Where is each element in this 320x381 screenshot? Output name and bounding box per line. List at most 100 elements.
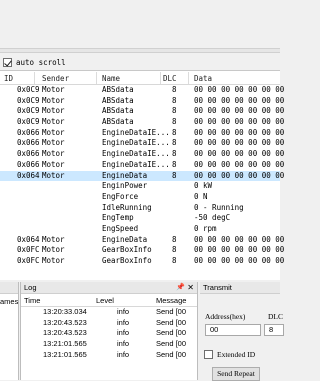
table-row[interactable]: EngForce 0 N (0, 192, 280, 203)
cell-name: EngForce (102, 191, 139, 201)
left-panel: ames (0, 282, 19, 380)
cell-id: 0x0C9 (17, 85, 40, 94)
splitter[interactable] (0, 48, 280, 53)
column-divider[interactable] (160, 72, 161, 84)
send-repeat-button[interactable]: Send Repeat (212, 367, 260, 381)
column-header-dlc[interactable]: DLC (163, 74, 177, 83)
cell-name: EnginPower (102, 181, 148, 191)
column-header-id[interactable]: ID (4, 74, 13, 83)
autoscroll-checkbox[interactable] (3, 57, 12, 67)
extended-id-label: Extended ID (217, 350, 256, 359)
cell-data: 00 00 00 00 00 00 00 (194, 127, 285, 137)
cell-data: 00 00 00 00 00 00 00 (194, 170, 285, 180)
table-row[interactable]: EngSpeed 0 rpm (0, 224, 280, 235)
cell-id: 0x0C9 (17, 117, 40, 127)
message-table-header: ID Sender Name DLC Data (0, 71, 280, 85)
table-row[interactable]: 0x0C9 Motor ABSdata 8 00 00 00 00 00 00 00 (0, 106, 284, 117)
table-row[interactable]: 0x066 Motor EngineDataIE... 8 00 00 00 00 00… (0, 138, 284, 149)
table-row[interactable]: 0x064 Motor EngineData 8 00 00 00 00 00 00 0… (0, 170, 284, 182)
address-input[interactable]: 00 (205, 324, 261, 336)
cell-sender: Motor (42, 95, 65, 105)
cell-dlc: 8 (172, 117, 177, 127)
log-time: 13:20:43.523 (43, 328, 87, 338)
log-time: 13:21:01.565 (43, 349, 87, 359)
cell-data: 00 00 00 00 00 00 00 (194, 256, 285, 265)
cell-id: 0x066 (17, 127, 40, 137)
table-row[interactable]: 0x066 Motor EngineDataIE... 8 00 00 00 00 00… (0, 127, 284, 139)
cell-name: EngineDataIE... (102, 159, 170, 169)
extended-id-checkbox[interactable] (204, 350, 213, 359)
cell-id: 0x066 (17, 138, 40, 148)
table-row[interactable]: 0x0C9 Motor ABSdata 8 00 00 00 00 00 00 00 (0, 85, 284, 96)
autoscroll-toggle[interactable]: auto scroll (0, 55, 66, 69)
close-icon[interactable]: ✕ (187, 282, 194, 294)
cell-data: 00 00 00 00 00 00 00 (194, 106, 285, 116)
log-time: 13:20:33.034 (43, 307, 87, 316)
log-row[interactable]: 13:21:01.565 info Send [00 (21, 339, 197, 350)
log-message: Send [00 (156, 307, 187, 316)
column-header-time[interactable]: Time (24, 294, 40, 307)
column-divider[interactable] (96, 72, 97, 84)
column-divider[interactable] (34, 72, 35, 84)
table-row[interactable]: 0x0FC Motor GearBoxInfo 8 00 00 00 00 00 00 … (0, 256, 284, 267)
table-row[interactable]: 0x066 Motor EngineDataIE... 8 00 00 00 00 00… (0, 149, 284, 160)
transmit-panel-titlebar[interactable]: Transmit (200, 282, 280, 294)
pin-icon[interactable]: 📌 (176, 282, 185, 294)
log-row[interactable]: 13:20:33.034 info Send [00 (21, 307, 197, 318)
cell-sender: Motor (42, 117, 65, 127)
log-level: info (117, 339, 130, 349)
column-header-message[interactable]: Message (156, 294, 186, 307)
left-panel-titlebar[interactable] (0, 282, 18, 294)
cell-data: 00 00 00 00 00 00 00 (194, 95, 285, 105)
log-row[interactable]: 13:20:43.523 info Send [00 (21, 328, 197, 339)
dlc-label: DLC (268, 312, 283, 321)
table-row[interactable]: EnginPower 0 kW (0, 181, 280, 192)
table-row[interactable]: 0x0C9 Motor ABSdata 8 00 00 00 00 00 00 00 (0, 117, 284, 128)
cell-dlc: 8 (172, 159, 177, 169)
log-row[interactable]: 13:20:43.523 info Send [00 (21, 318, 197, 329)
table-row[interactable]: EngTemp -50 degC (0, 213, 280, 224)
cell-data: 00 00 00 00 00 00 00 (194, 117, 285, 127)
bottom-panels: ames Log 📌 ✕ Time Level Message 13:20:33… (0, 282, 284, 381)
cell-name: EngSpeed (102, 223, 139, 233)
cell-data: 00 00 00 00 00 00 00 (194, 138, 285, 148)
column-divider[interactable] (188, 72, 189, 84)
cell-data: -50 degC (194, 213, 231, 223)
cell-data: 00 00 00 00 00 00 00 (194, 234, 285, 244)
extended-id-toggle[interactable]: Extended ID (204, 350, 255, 359)
cell-dlc: 8 (172, 170, 177, 180)
log-message: Send [00 (156, 349, 187, 359)
cell-name: EngineData (102, 170, 148, 180)
cell-name: EngineDataIE... (102, 138, 170, 148)
log-time: 13:20:43.523 (43, 317, 87, 327)
log-time: 13:21:01.565 (43, 339, 87, 349)
log-rows: 13:20:33.034 info Send [00 13:20:43.523 info… (21, 307, 197, 360)
cell-sender: Motor (42, 106, 65, 116)
column-header-sender[interactable]: Sender (42, 74, 69, 83)
log-row[interactable]: 13:21:01.565 info Send [00 (21, 350, 197, 361)
table-row[interactable]: 0x066 Motor EngineDataIE... 8 00 00 00 00 00… (0, 159, 284, 171)
table-row[interactable]: IdleRunning 0 - Running (0, 203, 280, 214)
cell-data: 0 - Running (194, 202, 244, 212)
table-row[interactable]: 0x0C9 Motor ABSdata 8 00 00 00 00 00 00 00 (0, 95, 284, 107)
cell-sender: Motor (42, 138, 65, 148)
left-panel-column-fragment: ames (0, 297, 19, 306)
log-level: info (117, 328, 130, 338)
column-header-data[interactable]: Data (194, 74, 212, 83)
message-rows: 0x0C9 Motor ABSdata 8 00 00 00 00 00 00 00 0x… (0, 85, 284, 267)
column-header-level[interactable]: Level (96, 294, 114, 307)
dlc-input[interactable]: 8 (264, 324, 284, 336)
cell-dlc: 8 (172, 245, 177, 255)
cell-data: 0 N (194, 191, 208, 201)
cell-data: 00 00 00 00 00 00 00 (194, 245, 285, 255)
cell-dlc: 8 (172, 256, 177, 265)
cell-name: ABSdata (102, 95, 134, 105)
cell-sender: Motor (42, 159, 65, 169)
cell-dlc: 8 (172, 234, 177, 244)
cell-id: 0x066 (17, 159, 40, 169)
log-panel-titlebar[interactable]: Log 📌 ✕ (21, 282, 197, 294)
table-row[interactable]: 0x0FC Motor GearBoxInfo 8 00 00 00 00 00 00 … (0, 245, 284, 256)
cell-dlc: 8 (172, 106, 177, 116)
column-header-name[interactable]: Name (102, 74, 120, 83)
table-row[interactable]: 0x064 Motor EngineData 8 00 00 00 00 00 00 0… (0, 234, 284, 246)
